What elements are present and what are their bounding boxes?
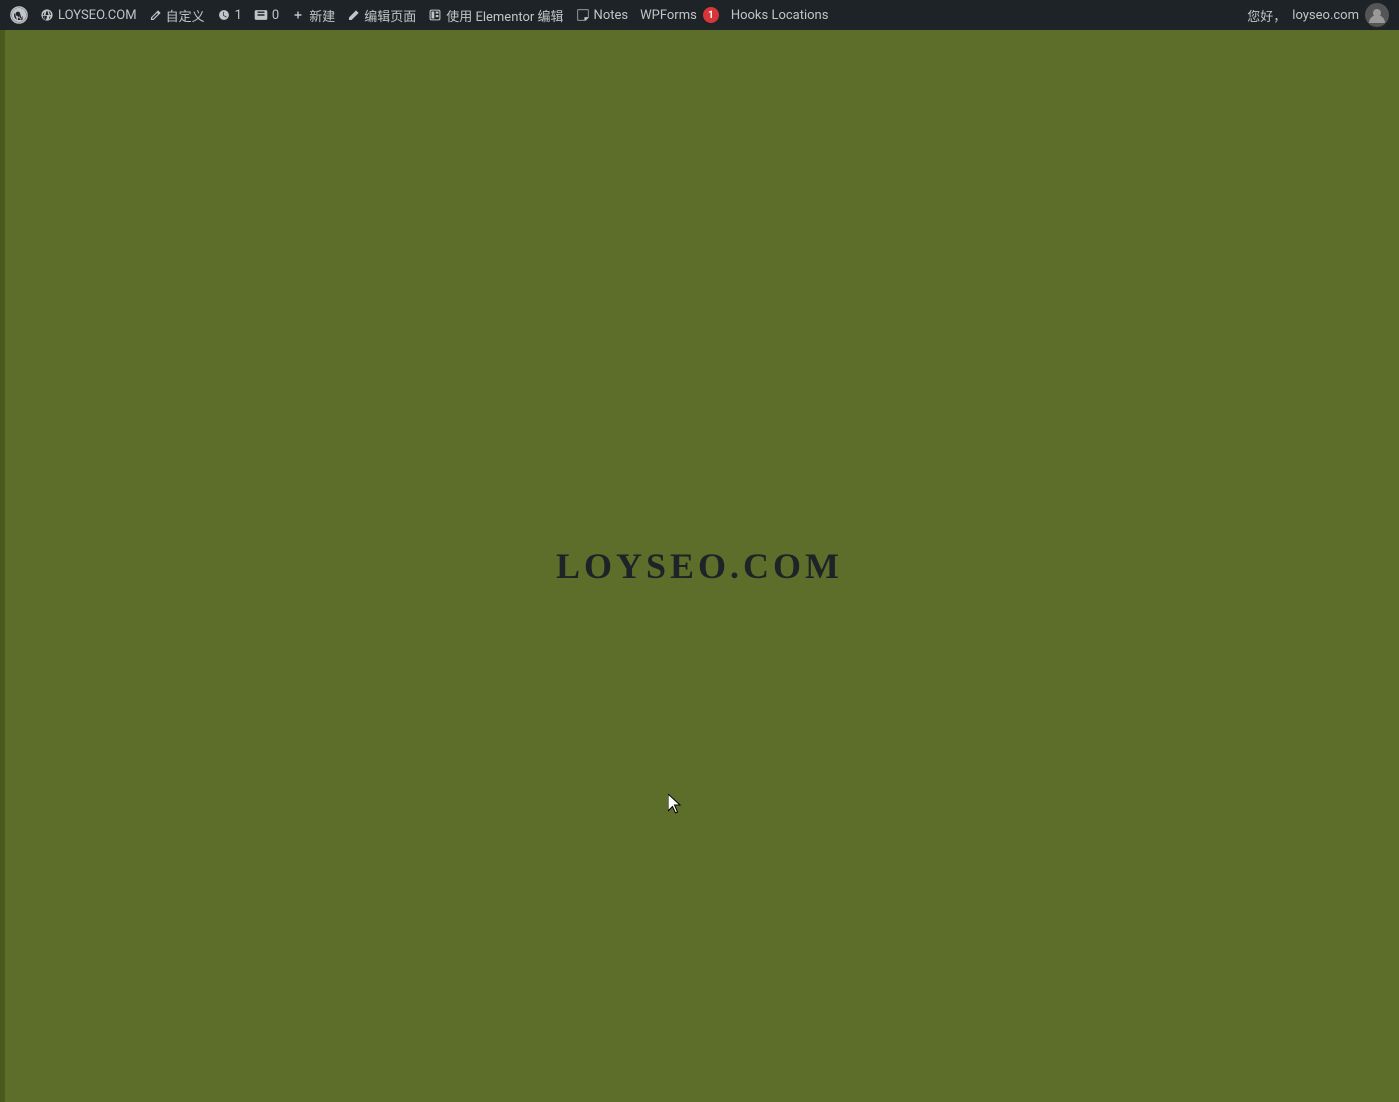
cursor (668, 794, 686, 820)
hooks-button[interactable]: Hooks Locations (725, 0, 835, 30)
updates-button[interactable]: 1 (211, 0, 248, 30)
edit-icon (347, 9, 360, 22)
site-name-button[interactable]: LOYSEO.COM (34, 0, 143, 30)
user-greeting[interactable]: 您好， loyseo.com (1241, 3, 1395, 27)
adminbar-right: 您好， loyseo.com (1241, 3, 1395, 27)
notes-label: Notes (594, 8, 629, 23)
wp-logo-button[interactable] (4, 0, 34, 30)
elementor-label: 使用 Elementor 编辑 (446, 6, 563, 25)
customize-label: 自定义 (166, 6, 205, 25)
updates-count: 1 (235, 8, 242, 23)
comments-count: 0 (272, 8, 279, 23)
wpforms-badge: 1 (703, 7, 719, 23)
left-bar (0, 30, 5, 1102)
site-title: LOYSEO.COM (556, 545, 843, 587)
avatar (1365, 3, 1389, 27)
comments-icon (254, 8, 268, 22)
hooks-label: Hooks Locations (731, 8, 829, 23)
customize-icon (149, 9, 162, 22)
site-name-label: LOYSEO.COM (58, 8, 137, 23)
edit-page-label: 编辑页面 (364, 6, 416, 25)
updates-icon (217, 8, 231, 22)
elementor-icon (428, 8, 442, 22)
main-content: LOYSEO.COM (0, 30, 1399, 1102)
wp-logo-icon (10, 6, 28, 24)
wpforms-label: WPForms (640, 8, 697, 23)
notes-icon (576, 8, 590, 22)
admin-bar: LOYSEO.COM 自定义 1 0 (0, 0, 1399, 30)
notes-button[interactable]: Notes (570, 0, 635, 30)
greeting-text: 您好， (1247, 6, 1286, 25)
new-icon (291, 8, 305, 22)
customize-button[interactable]: 自定义 (143, 0, 211, 30)
new-label: 新建 (309, 6, 335, 25)
elementor-button[interactable]: 使用 Elementor 编辑 (422, 0, 569, 30)
wpforms-button[interactable]: WPForms 1 (634, 0, 725, 30)
new-button[interactable]: 新建 (285, 0, 341, 30)
username-text: loyseo.com (1292, 8, 1359, 23)
comments-button[interactable]: 0 (248, 0, 285, 30)
site-icon (40, 8, 54, 22)
edit-page-button[interactable]: 编辑页面 (341, 0, 422, 30)
